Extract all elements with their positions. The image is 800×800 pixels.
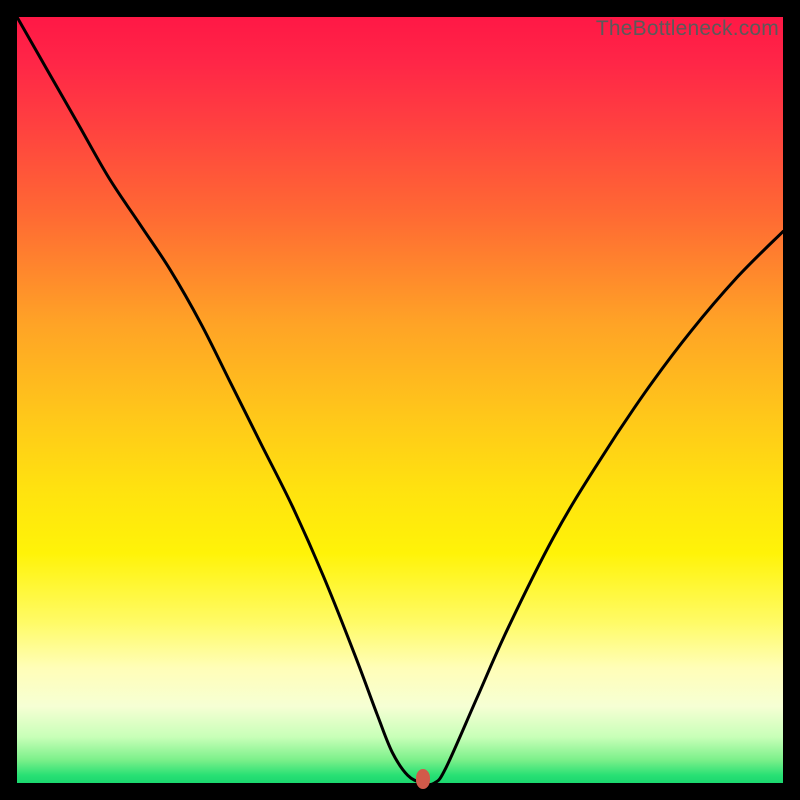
optimal-marker bbox=[416, 769, 430, 789]
bottleneck-curve bbox=[17, 17, 783, 783]
plot-area: TheBottleneck.com bbox=[17, 17, 783, 783]
chart-frame: TheBottleneck.com bbox=[0, 0, 800, 800]
watermark-text: TheBottleneck.com bbox=[596, 17, 779, 41]
